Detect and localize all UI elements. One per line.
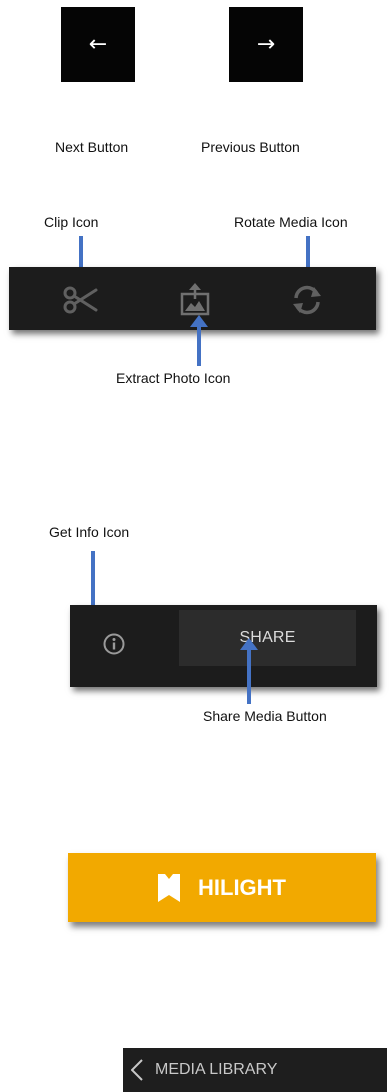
- media-library-button[interactable]: MEDIA LIBRARY: [123, 1048, 387, 1092]
- scissors-icon[interactable]: [62, 285, 98, 315]
- chevron-left-icon: [130, 1059, 143, 1081]
- rotate-icon-caption: Rotate Media Icon: [234, 214, 348, 230]
- hilight-button[interactable]: HILIGHT: [68, 853, 376, 922]
- share-arrow-head: [240, 638, 258, 650]
- info-icon[interactable]: [102, 632, 126, 656]
- previous-button[interactable]: →: [229, 7, 303, 82]
- media-library-label: MEDIA LIBRARY: [155, 1061, 278, 1078]
- rotate-icon[interactable]: [290, 284, 324, 316]
- share-media-button[interactable]: SHARE: [179, 610, 356, 666]
- share-arrow-line: [247, 648, 251, 704]
- hilight-label: HILIGHT: [198, 874, 286, 900]
- clip-icon-caption: Clip Icon: [44, 214, 99, 230]
- right-arrow-icon: →: [256, 32, 276, 57]
- share-button-caption: Share Media Button: [203, 708, 327, 724]
- extract-arrow-line: [197, 326, 201, 366]
- extract-photo-icon[interactable]: [180, 282, 210, 316]
- info-icon-caption: Get Info Icon: [49, 524, 130, 540]
- next-button-caption: Next Button: [55, 139, 129, 155]
- extract-icon-caption: Extract Photo Icon: [116, 370, 231, 386]
- next-button[interactable]: ←: [61, 7, 135, 82]
- hilight-tag-icon: [158, 873, 180, 902]
- left-arrow-icon: ←: [88, 32, 108, 57]
- extract-arrow-head: [190, 315, 208, 327]
- previous-button-caption: Previous Button: [201, 139, 300, 155]
